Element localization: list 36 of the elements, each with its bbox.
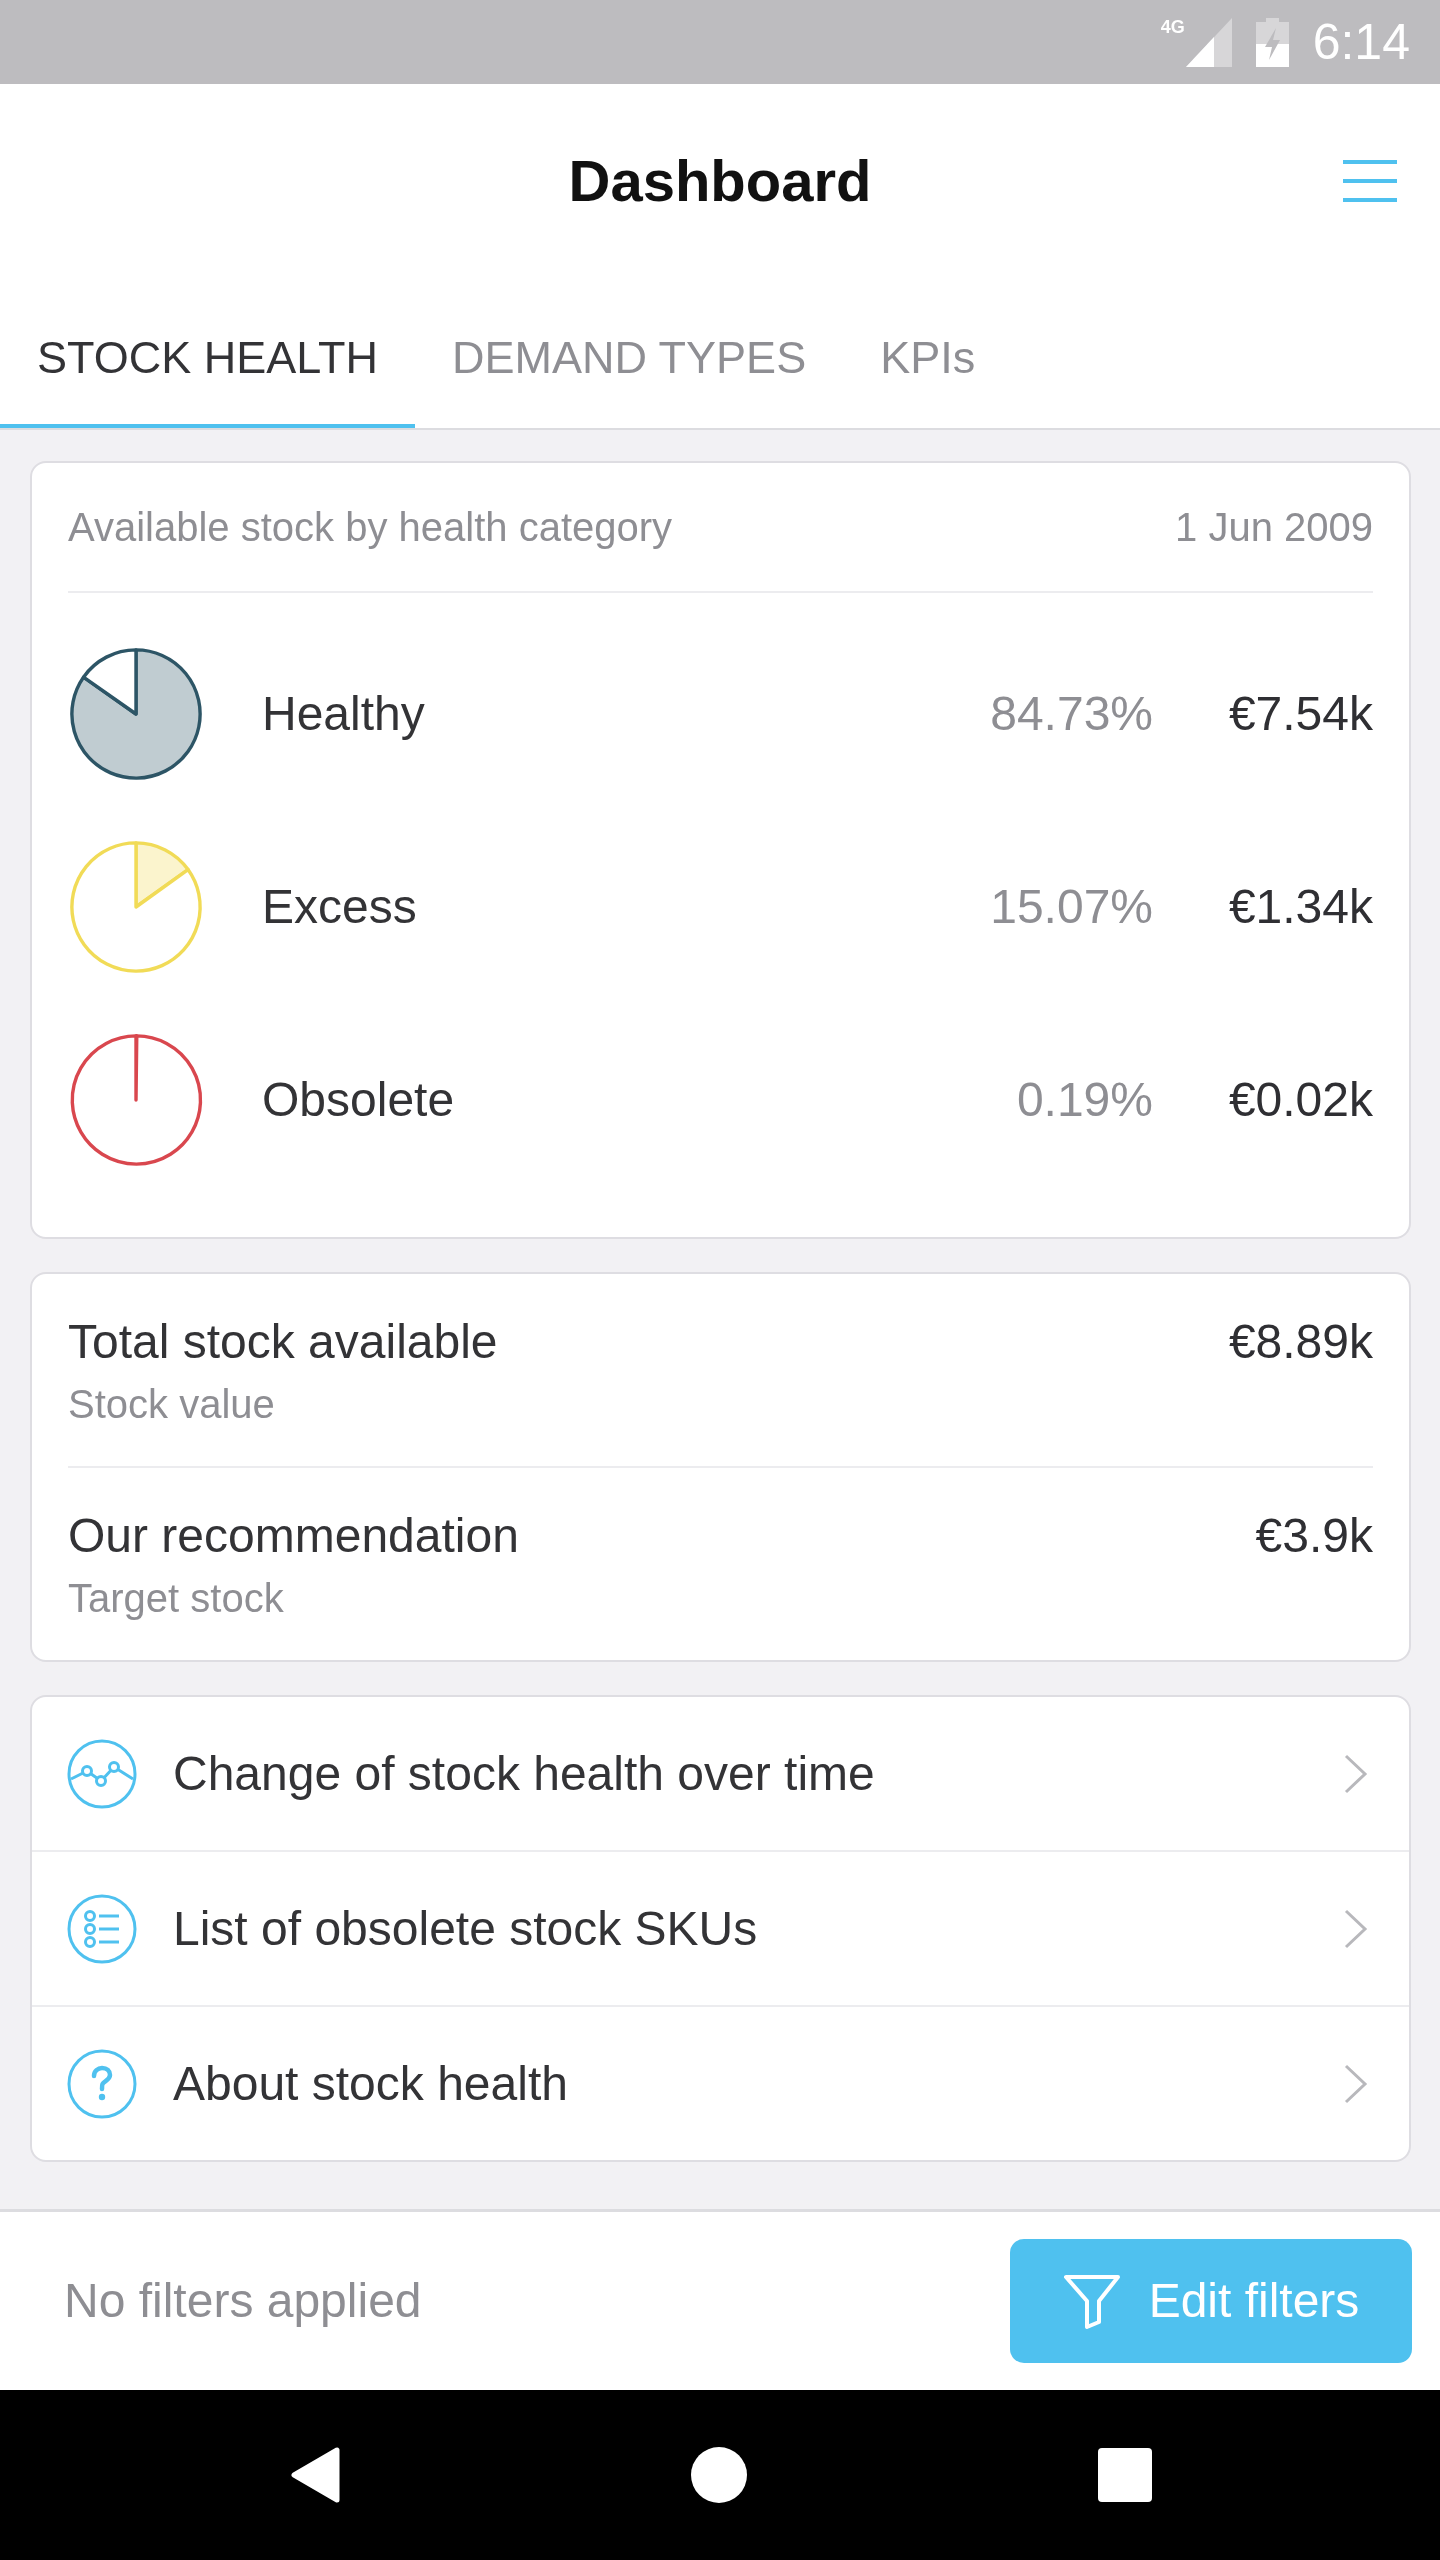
tab[interactable]: STOCK HEALTH — [0, 278, 415, 428]
list-icon — [67, 1893, 137, 1964]
total-value: €8.89k — [1228, 1314, 1373, 1370]
link-row[interactable]: Change of stock health over time — [32, 1697, 1409, 1850]
category-share: 15.07% — [990, 878, 1153, 935]
help-icon — [67, 2048, 137, 2119]
network-label: 4G — [1160, 18, 1185, 36]
chevron-icon — [1343, 1752, 1369, 1795]
link-row[interactable]: List of obsolete stock SKUs — [32, 1852, 1409, 2005]
signal-icon — [1185, 17, 1232, 67]
page-title: Dashboard — [568, 147, 872, 215]
total-value: €3.9k — [1255, 1508, 1373, 1564]
category-share: 0.19% — [1016, 1071, 1153, 1128]
total-title: Our recommendation — [68, 1508, 519, 1564]
clock-time: 6:14 — [1312, 14, 1410, 70]
total-title: Total stock available — [68, 1314, 498, 1370]
chevron-icon — [1343, 1907, 1369, 1950]
home-icon[interactable] — [691, 2447, 747, 2503]
total-subtitle: Stock value — [68, 1381, 276, 1428]
filter-status-text: No filters applied — [64, 2273, 422, 2329]
line-chart-icon — [67, 1738, 137, 1809]
category-value: €0.02k — [1227, 1071, 1373, 1128]
category-value: €7.54k — [1227, 685, 1373, 742]
date-label: 1 Jun 2009 — [1175, 504, 1373, 551]
back-icon[interactable] — [291, 2447, 340, 2503]
card-title: Available stock by health category — [68, 504, 673, 551]
chevron-icon — [1343, 2062, 1369, 2105]
category-name: Healthy — [262, 685, 426, 742]
category-share: 84.73% — [990, 685, 1153, 742]
category-name: Obsolete — [262, 1071, 456, 1128]
category-value: €1.34k — [1227, 878, 1373, 935]
total-subtitle: Target stock — [68, 1575, 285, 1622]
link-row[interactable]: About stock health — [32, 2007, 1409, 2160]
category-name: Excess — [262, 878, 418, 935]
battery-icon — [1255, 17, 1289, 67]
filter-icon — [1062, 2272, 1121, 2330]
